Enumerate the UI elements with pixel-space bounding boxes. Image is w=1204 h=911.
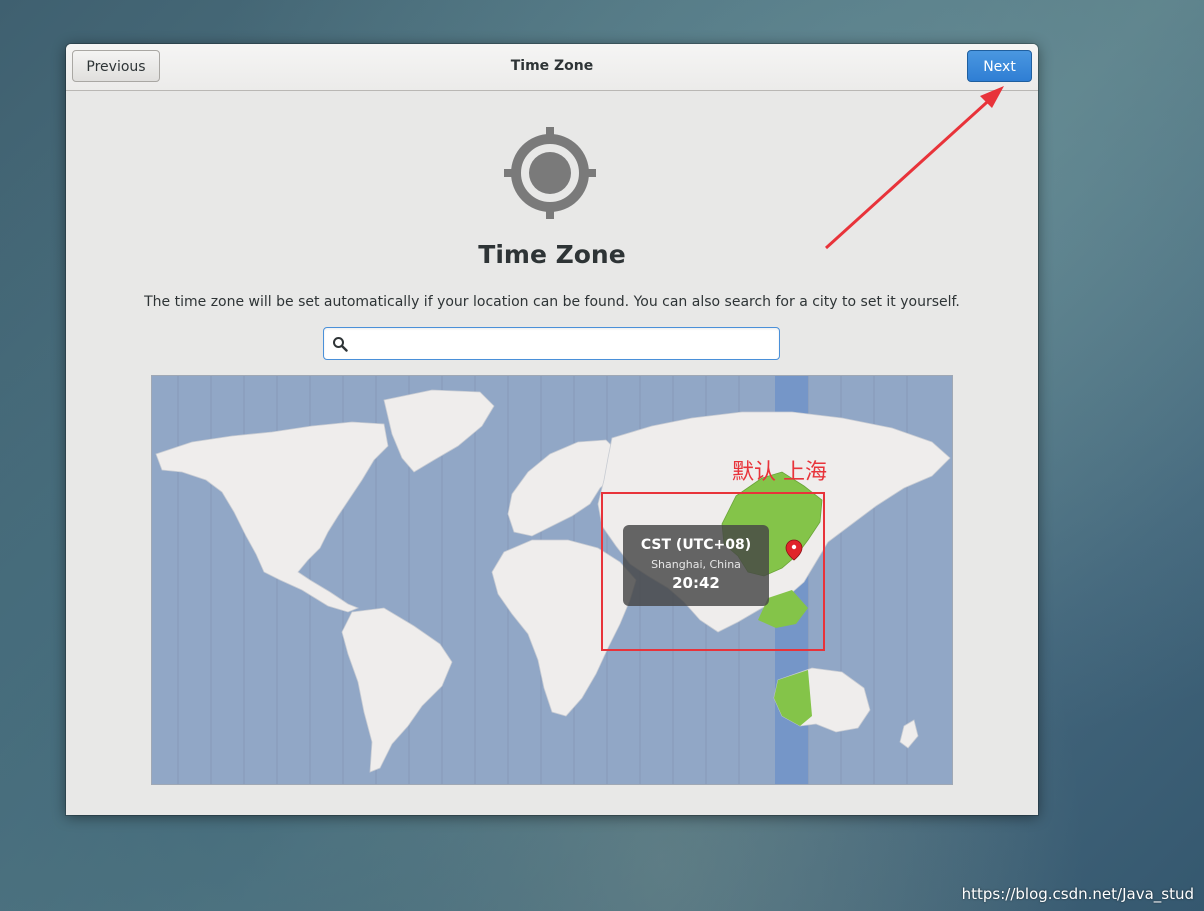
watermark: https://blog.csdn.net/Java_stud [961, 885, 1194, 903]
timezone-window: Previous Time Zone Next Time Zone The ti… [66, 44, 1038, 815]
annotation-highlight-box [601, 492, 825, 651]
header-bar: Previous Time Zone Next [66, 44, 1038, 91]
header-title: Time Zone [510, 58, 594, 74]
search-icon [333, 337, 348, 352]
page-title: Time Zone [478, 240, 626, 269]
next-button[interactable]: Next [967, 50, 1032, 82]
search-field[interactable] [323, 327, 780, 361]
world-map-graphic[interactable] [152, 376, 952, 784]
annotation-label: 默认 上海 [732, 460, 827, 485]
location-crosshair-icon [504, 127, 596, 219]
world-map[interactable] [151, 375, 953, 785]
page-description: The time zone will be set automatically … [144, 294, 960, 310]
search-input[interactable] [354, 328, 778, 361]
